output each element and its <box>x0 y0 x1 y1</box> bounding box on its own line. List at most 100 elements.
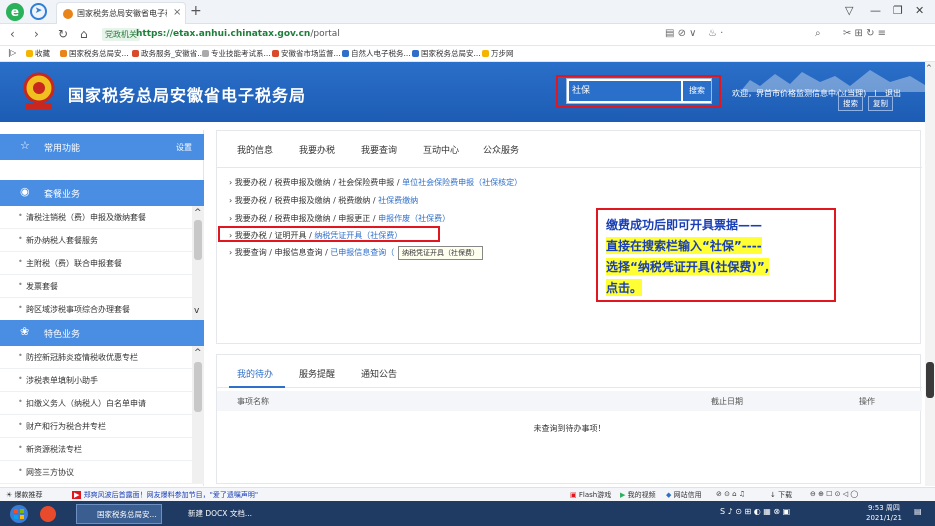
scroll-thumb[interactable] <box>194 220 202 260</box>
bookmark-label: 政务服务_安徽省... <box>141 49 205 58</box>
status-tools[interactable]: ⊘ ⊙ ⌂ ♫ <box>716 490 745 498</box>
result-link[interactable]: 单位社会保险费申报（社保核定） <box>402 178 522 187</box>
sidebar-item[interactable]: • 财产和行为税合并专栏 <box>0 415 192 438</box>
browser-tab[interactable]: 国家税务总局安徽省电子税务局 × <box>56 2 186 24</box>
sidebar-item-label: 清税注销税（费）申报及缴纳套餐 <box>26 213 146 222</box>
video-icon: ▶ <box>620 491 626 499</box>
tab-public-service[interactable]: 公众服务 <box>483 143 519 156</box>
bookmark-label: 国家税务总局安... <box>421 49 481 58</box>
restore-icon[interactable]: ❐ <box>893 4 903 17</box>
bookmark-item[interactable]: 自然人电子税务... <box>342 48 411 59</box>
package-icon: ◉ <box>20 185 30 198</box>
refresh-icon[interactable]: ↻ <box>58 27 68 41</box>
result-highlight-box <box>218 226 440 242</box>
col-action: 操作 <box>859 397 875 406</box>
copy-button[interactable]: 复制 <box>868 96 893 111</box>
hot-recommend[interactable]: ☀ 爆款推荐 <box>6 490 43 500</box>
result-link[interactable]: 申报作废（社保费） <box>378 214 450 223</box>
credit-icon: ◆ <box>666 491 672 499</box>
scroll-up-icon[interactable]: ^ <box>194 348 202 358</box>
notification-icon[interactable]: ▤ <box>914 507 922 516</box>
url-field[interactable]: 党政机关 https://etax.anhui.chinatax.gov.cn/… <box>100 26 700 44</box>
scroll-up-icon[interactable]: ^ <box>926 64 932 72</box>
reader-mode-icon[interactable]: ▤ ⊘ ∨ <box>665 28 697 39</box>
bookmark-item[interactable]: 国家税务总局安... <box>60 48 129 59</box>
bullet-icon: • <box>18 466 23 475</box>
sidebar-item[interactable]: • 主附税（费）联合申报套餐 <box>0 252 192 275</box>
scroll-up-icon[interactable]: ^ <box>194 208 202 218</box>
system-tray-icons[interactable]: S ♪ ⊙ ⊞ ◐ ▦ ⊗ ▣ <box>720 507 790 516</box>
bookmark-item[interactable]: 安徽省市场监督... <box>272 48 341 59</box>
sidebar-item[interactable]: • 网签三方协议 <box>0 461 192 484</box>
scroll-thumb[interactable] <box>194 362 202 412</box>
result-link[interactable]: 社保费缴纳 <box>378 196 418 205</box>
forward-icon[interactable]: › <box>34 27 39 41</box>
sidebar-item[interactable]: • 新办纳税人套餐服务 <box>0 229 192 252</box>
sidebar-common-header[interactable]: ☆ 常用功能 设置 <box>0 134 204 160</box>
tab-interaction[interactable]: 互动中心 <box>423 143 459 156</box>
download-link[interactable]: ↓ 下载 <box>770 490 792 500</box>
scroll-thumb[interactable] <box>926 362 934 398</box>
tab-query[interactable]: 我要查询 <box>361 143 397 156</box>
tools-icon[interactable]: ✂ ⊞ ↻ ≡ <box>843 28 886 39</box>
close-tab-icon[interactable]: × <box>173 7 181 18</box>
page-scrollbar[interactable]: ^ <box>925 62 935 486</box>
windows-start-icon[interactable] <box>8 504 30 524</box>
sidebar-item[interactable]: • 发票套餐 <box>0 275 192 298</box>
result-path: 我要办税 / 税费申报及缴纳 / 申报更正 / <box>234 214 379 223</box>
taskbar-pinned-app-icon[interactable] <box>38 505 62 525</box>
home-icon[interactable]: ⌂ <box>80 27 88 41</box>
extension-icon[interactable]: ♨ · <box>708 28 723 39</box>
back-icon[interactable]: ‹ <box>10 27 15 41</box>
site-credit-link[interactable]: ◆ 网站信用 <box>666 490 702 500</box>
bookmark-item[interactable]: 万步网 <box>482 48 514 59</box>
package-scrollbar[interactable]: ^ v <box>192 206 204 321</box>
col-deadline: 截止日期 <box>711 397 743 406</box>
bullet-icon: • <box>18 351 23 360</box>
bookmark-toggle-icon[interactable]: |▷ <box>8 48 16 57</box>
result-link[interactable]: 已申报信息查询（ <box>330 248 394 257</box>
sidebar-special-header[interactable]: ❀ 特色业务 <box>0 320 204 346</box>
minimize-icon[interactable]: — <box>870 4 881 17</box>
navigate-icon[interactable]: ➤ <box>30 3 47 20</box>
status-icons[interactable]: ⊖ ⊕ ☐ ⊙ ◁ ◯ <box>810 490 858 498</box>
new-tab-icon[interactable]: + <box>190 3 202 19</box>
tab-tax-service[interactable]: 我要办税 <box>299 143 335 156</box>
bookmark-favorites[interactable]: 收藏 <box>26 48 50 59</box>
flash-game-link[interactable]: ▣ Flash游戏 <box>570 490 611 500</box>
special-scrollbar[interactable]: ^ <box>192 346 204 484</box>
my-video-link[interactable]: ▶ 我的视频 <box>620 490 656 500</box>
tab-announcements[interactable]: 通知公告 <box>361 367 397 380</box>
browser-logo-icon[interactable]: e <box>6 3 24 21</box>
sidebar-item[interactable]: • 涉税表单填制小助手 <box>0 369 192 392</box>
tab-service-reminder[interactable]: 服务提醒 <box>299 367 335 380</box>
sidebar-item-label: 发票套餐 <box>26 282 58 291</box>
sidebar-package-header[interactable]: ◉ 套餐业务 <box>0 180 204 206</box>
bookmark-item[interactable]: 国家税务总局安... <box>412 48 481 59</box>
note-line: 缴费成功后即可开具票据—— <box>606 218 763 232</box>
sidebar-item[interactable]: • 跨区域涉税事项综合办理套餐 <box>0 298 192 321</box>
sidebar-item[interactable]: • 防控新冠肺炎疫情税收优惠专栏 <box>0 346 192 369</box>
bookmark-item[interactable]: 政务服务_安徽省... <box>132 48 204 59</box>
news-ticker[interactable]: ▶ 郑爽风波后首露面！网友爆料参加节目，"爱了遗嘱声明" <box>72 490 258 500</box>
search-highlight-box <box>556 75 721 108</box>
shirt-skin-icon[interactable]: ▽ <box>845 4 853 17</box>
active-tab-underline <box>229 386 285 388</box>
address-search-icon[interactable]: ⌕ <box>815 28 821 39</box>
sidebar-item[interactable]: • 扣缴义务人（纳税人）白名单申请 <box>0 392 192 415</box>
header-search-button[interactable]: 搜索 <box>838 96 863 111</box>
sidebar: ☆ 常用功能 设置 ◉ 套餐业务 • 清税注销税（费）申报及缴纳套餐 • 新办纳税人… <box>0 130 204 486</box>
tab-my-info[interactable]: 我的信息 <box>237 143 273 156</box>
close-window-icon[interactable]: ✕ <box>915 4 924 17</box>
sidebar-item[interactable]: • 新资源税法专栏 <box>0 438 192 461</box>
sidebar-item[interactable]: • 清税注销税（费）申报及缴纳套餐 <box>0 206 192 229</box>
scroll-down-icon[interactable]: v <box>194 306 199 316</box>
taskbar-app-browser[interactable]: 国家税务总局安... <box>76 504 162 524</box>
sidebar-settings-link[interactable]: 设置 <box>176 142 192 153</box>
todo-table-header: 事项名称 截止日期 操作 <box>217 391 922 411</box>
bookmark-item[interactable]: 专业技能考试系... <box>202 48 271 59</box>
taskbar-app-word[interactable]: 新建 DOCX 文档... <box>168 504 254 524</box>
system-clock[interactable]: 9:53 周四 2021/1/21 <box>866 503 902 523</box>
tab-my-todo[interactable]: 我的待办 <box>237 367 273 380</box>
bullet-icon: • <box>18 374 23 383</box>
